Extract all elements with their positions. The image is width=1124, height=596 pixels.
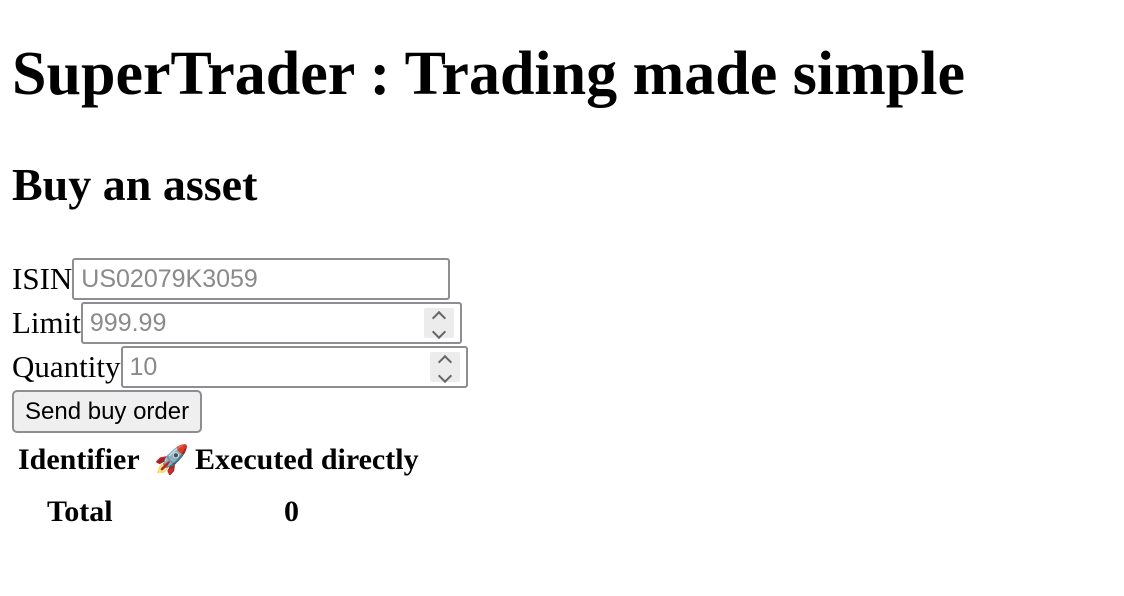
isin-row: ISIN	[12, 258, 451, 300]
rocket-icon: 🚀	[154, 443, 189, 476]
total-label: Total	[47, 495, 113, 528]
chevron-down-icon[interactable]	[431, 324, 446, 339]
chevron-down-icon[interactable]	[437, 368, 452, 383]
quantity-row: Quantity	[12, 346, 468, 388]
quantity-stepper[interactable]	[429, 352, 460, 383]
limit-input[interactable]	[82, 305, 460, 341]
quantity-input[interactable]	[122, 349, 466, 385]
limit-stepper[interactable]	[423, 308, 454, 339]
page: SuperTrader : Trading made simple Buy an…	[0, 0, 1124, 596]
section-heading: Buy an asset	[12, 159, 258, 210]
column-header-executed-directly: Executed directly	[195, 443, 419, 476]
send-buy-order-button[interactable]: Send buy order	[12, 390, 203, 433]
quantity-label: Quantity	[12, 349, 121, 384]
limit-label: Limit	[12, 305, 81, 340]
page-title: SuperTrader : Trading made simple	[12, 40, 966, 108]
isin-field[interactable]	[72, 258, 451, 300]
total-value: 0	[284, 495, 299, 528]
quantity-field[interactable]	[120, 346, 468, 388]
isin-input[interactable]	[74, 261, 449, 297]
chevron-up-icon[interactable]	[431, 310, 446, 325]
column-header-identifier: Identifier	[18, 443, 140, 476]
limit-row: Limit	[12, 302, 462, 344]
chevron-up-icon[interactable]	[437, 354, 452, 369]
limit-field[interactable]	[80, 302, 462, 344]
isin-label: ISIN	[12, 261, 73, 296]
